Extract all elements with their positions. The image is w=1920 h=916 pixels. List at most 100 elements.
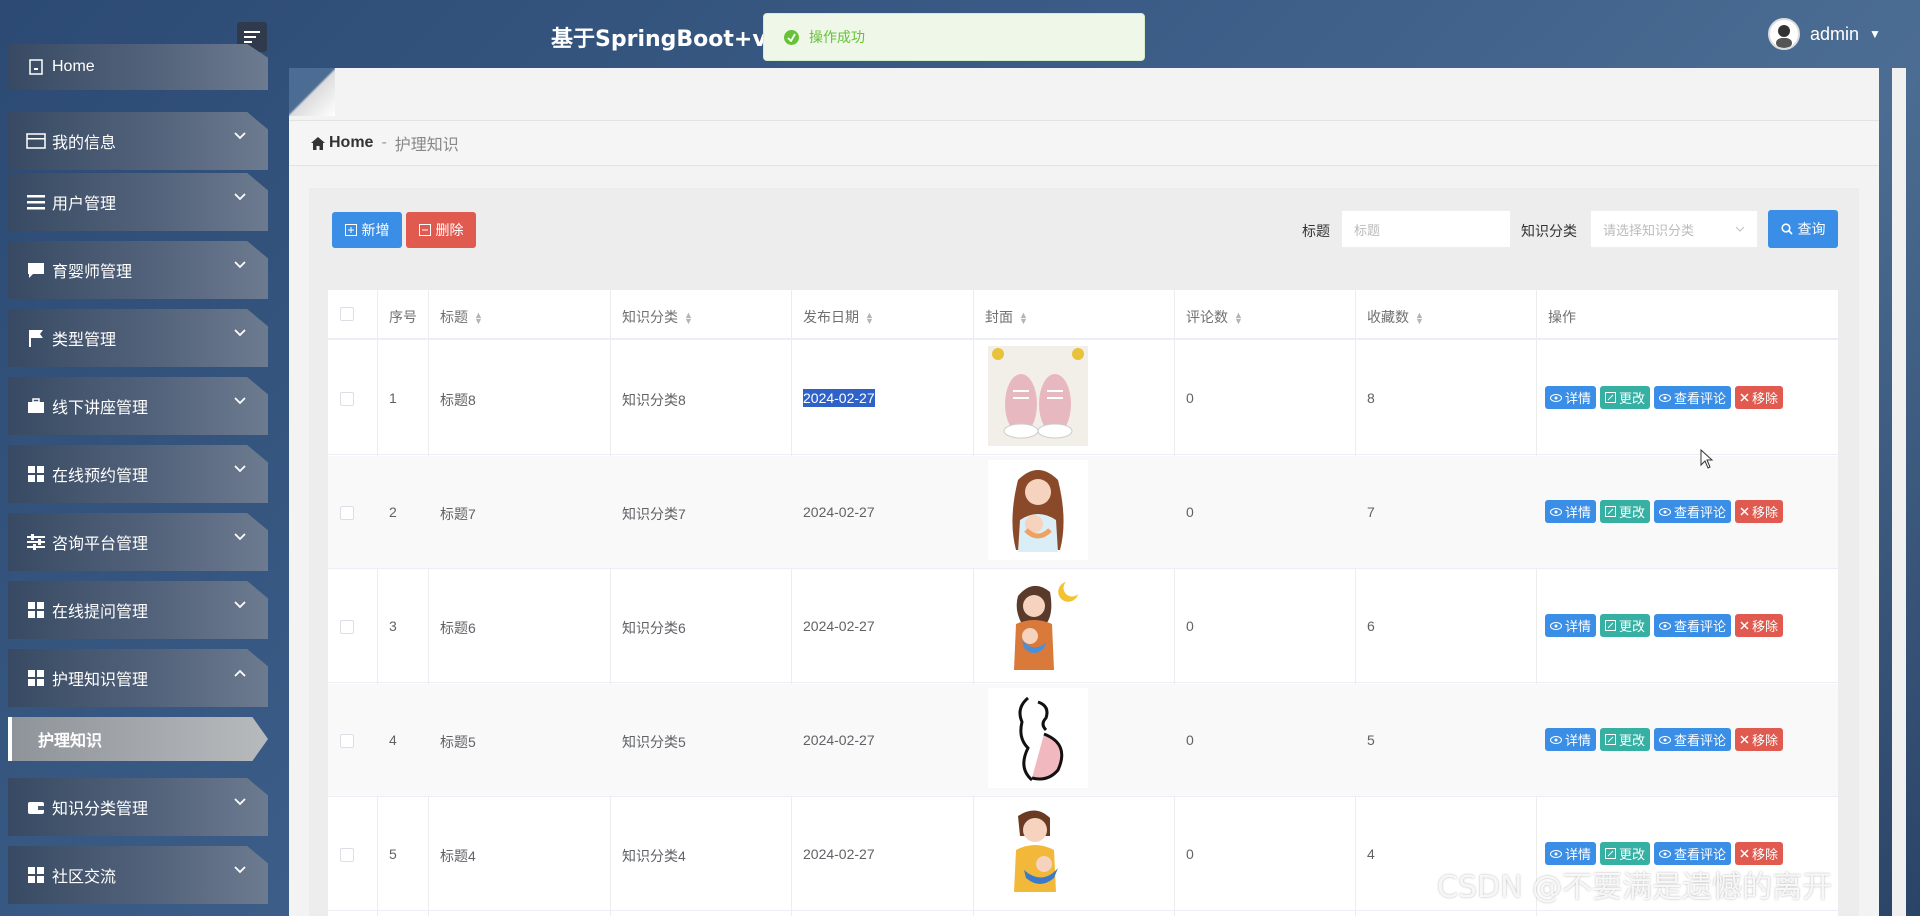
row-checkbox[interactable] — [340, 734, 354, 748]
edit-button[interactable]: 更改 — [1600, 386, 1651, 409]
sidebar-item-label: 在线预约管理 — [52, 468, 149, 485]
title-search-input[interactable]: 标题 — [1341, 210, 1511, 248]
sidebar-item-lectures[interactable]: 线下讲座管理 — [8, 377, 268, 435]
row-category: 知识分类4 — [622, 848, 686, 864]
header-cover[interactable]: 封面 ▲ ▼ — [985, 307, 1028, 327]
sidebar-item-label: Home — [52, 58, 95, 75]
delete-button[interactable]: 删除 — [406, 212, 476, 248]
sidebar-item-community[interactable]: 社区交流 — [8, 846, 268, 904]
row-favorites: 4 — [1367, 846, 1375, 862]
row-comments: 0 — [1186, 618, 1194, 634]
row-category: 知识分类8 — [622, 392, 686, 408]
detail-button[interactable]: 详情 — [1545, 500, 1597, 523]
remove-button[interactable]: 移除 — [1735, 728, 1784, 751]
view-comments-button[interactable]: 查看评论 — [1654, 500, 1732, 523]
cover-image-mother-feeding — [988, 802, 1088, 902]
sort-icon: ▲ ▼ — [1019, 310, 1028, 327]
eye-icon — [1659, 507, 1672, 516]
sidebar-item-categories[interactable]: 知识分类管理 — [8, 778, 268, 836]
grid-icon — [26, 464, 46, 484]
edit-button[interactable]: 更改 — [1600, 500, 1651, 523]
query-button[interactable]: 查询 — [1768, 210, 1838, 248]
page-scrollbar[interactable] — [1892, 68, 1906, 916]
row-title: 标题4 — [440, 848, 476, 864]
sidebar-item-my-info[interactable]: 我的信息 — [8, 112, 268, 170]
row-checkbox[interactable] — [340, 506, 354, 520]
query-button-label: 查询 — [1797, 221, 1826, 237]
chevron-down-icon — [1735, 226, 1745, 232]
sidebar-item-types[interactable]: 类型管理 — [8, 309, 268, 367]
sort-icon: ▲ ▼ — [684, 310, 693, 327]
table-row: 4 标题5 知识分类5 2024-02-27 0 5 详情 更改 查看评论 移除 — [328, 684, 1838, 797]
watermark: CSDN @不要满是遗憾的离开 — [1437, 870, 1833, 905]
eye-icon — [1659, 393, 1672, 402]
detail-button[interactable]: 详情 — [1545, 614, 1597, 637]
table-row: 2 标题7 知识分类7 2024-02-27 0 7 详情 更改 查看评论 移除 — [328, 456, 1838, 569]
caret-down-icon: ▼ — [1869, 27, 1881, 41]
top-bar: 基于SpringBoot+vue 操作成功 admin ▼ — [0, 0, 1920, 70]
sidebar-item-label: 育婴师管理 — [52, 264, 133, 281]
grid-icon — [26, 600, 46, 620]
eye-icon — [1659, 849, 1672, 858]
sidebar-item-appointments[interactable]: 在线预约管理 — [8, 445, 268, 503]
chevron-down-icon — [234, 261, 246, 269]
home-icon — [26, 57, 46, 77]
detail-button[interactable]: 详情 — [1545, 728, 1597, 751]
sidebar-subitem-nursing-knowledge[interactable]: 护理知识 — [8, 717, 268, 761]
header-favorites[interactable]: 收藏数 ▲ ▼ — [1367, 307, 1424, 327]
sliders-icon — [26, 532, 46, 552]
header-date[interactable]: 发布日期 ▲ ▼ — [803, 307, 874, 327]
edit-button[interactable]: 更改 — [1600, 728, 1651, 751]
sidebar-item-nursing-knowledge[interactable]: 护理知识管理 — [8, 649, 268, 707]
chevron-down-icon — [234, 798, 246, 806]
cover-image-mother-moon — [988, 574, 1088, 674]
sidebar-item-label: 知识分类管理 — [52, 801, 149, 818]
view-comments-button[interactable]: 查看评论 — [1654, 614, 1732, 637]
header-category[interactable]: 知识分类 ▲ ▼ — [622, 307, 693, 327]
app-title: 基于SpringBoot+vue — [551, 27, 798, 52]
content-area: 新增 删除 标题 标题 知识分类 请选择知识分类 查询 序号 标题 ▲ ▼ 知识… — [309, 188, 1859, 916]
cover-image-mother-baby — [988, 460, 1088, 560]
category-select[interactable]: 请选择知识分类 — [1590, 210, 1758, 248]
row-favorites: 7 — [1367, 504, 1375, 520]
view-comments-button[interactable]: 查看评论 — [1654, 386, 1732, 409]
view-comments-button[interactable]: 查看评论 — [1654, 728, 1732, 751]
row-index: 3 — [389, 618, 397, 634]
sort-icon: ▲ ▼ — [1415, 310, 1424, 327]
remove-button[interactable]: 移除 — [1735, 614, 1784, 637]
remove-button[interactable]: 移除 — [1735, 500, 1784, 523]
row-actions: 详情 更改 查看评论 移除 — [1545, 728, 1784, 751]
chevron-down-icon — [234, 193, 246, 201]
add-button[interactable]: 新增 — [332, 212, 402, 248]
user-menu[interactable]: admin ▼ — [1768, 18, 1881, 50]
header-comments[interactable]: 评论数 ▲ ▼ — [1186, 307, 1243, 327]
sidebar-item-questions[interactable]: 在线提问管理 — [8, 581, 268, 639]
row-index: 1 — [389, 390, 397, 406]
edit-button[interactable]: 更改 — [1600, 614, 1651, 637]
flag-icon — [26, 328, 46, 348]
header-title[interactable]: 标题 ▲ ▼ — [440, 307, 483, 327]
title-label: 标题 — [1302, 223, 1330, 239]
grid-icon — [26, 668, 46, 688]
chevron-down-icon — [234, 132, 246, 140]
detail-button[interactable]: 详情 — [1545, 386, 1597, 409]
plus-square-icon — [344, 224, 357, 236]
sidebar-item-users[interactable]: 用户管理 — [8, 173, 268, 231]
row-checkbox[interactable] — [340, 392, 354, 406]
row-actions: 详情 更改 查看评论 移除 — [1545, 614, 1784, 637]
sidebar-item-consulting[interactable]: 咨询平台管理 — [8, 513, 268, 571]
close-icon — [1740, 507, 1749, 516]
sidebar-item-nanny[interactable]: 育婴师管理 — [8, 241, 268, 299]
row-checkbox[interactable] — [340, 848, 354, 862]
cover-image-baby-shoes — [988, 346, 1088, 446]
breadcrumb-home[interactable]: Home — [311, 134, 373, 152]
header-actions: 操作 — [1548, 309, 1576, 325]
close-icon — [1740, 621, 1749, 630]
select-all-checkbox[interactable] — [340, 307, 354, 321]
remove-button[interactable]: 移除 — [1735, 386, 1784, 409]
minus-square-icon — [418, 224, 431, 236]
row-checkbox[interactable] — [340, 620, 354, 634]
sidebar-item-home[interactable]: Home — [8, 44, 268, 90]
chevron-down-icon — [234, 601, 246, 609]
row-comments: 0 — [1186, 846, 1194, 862]
